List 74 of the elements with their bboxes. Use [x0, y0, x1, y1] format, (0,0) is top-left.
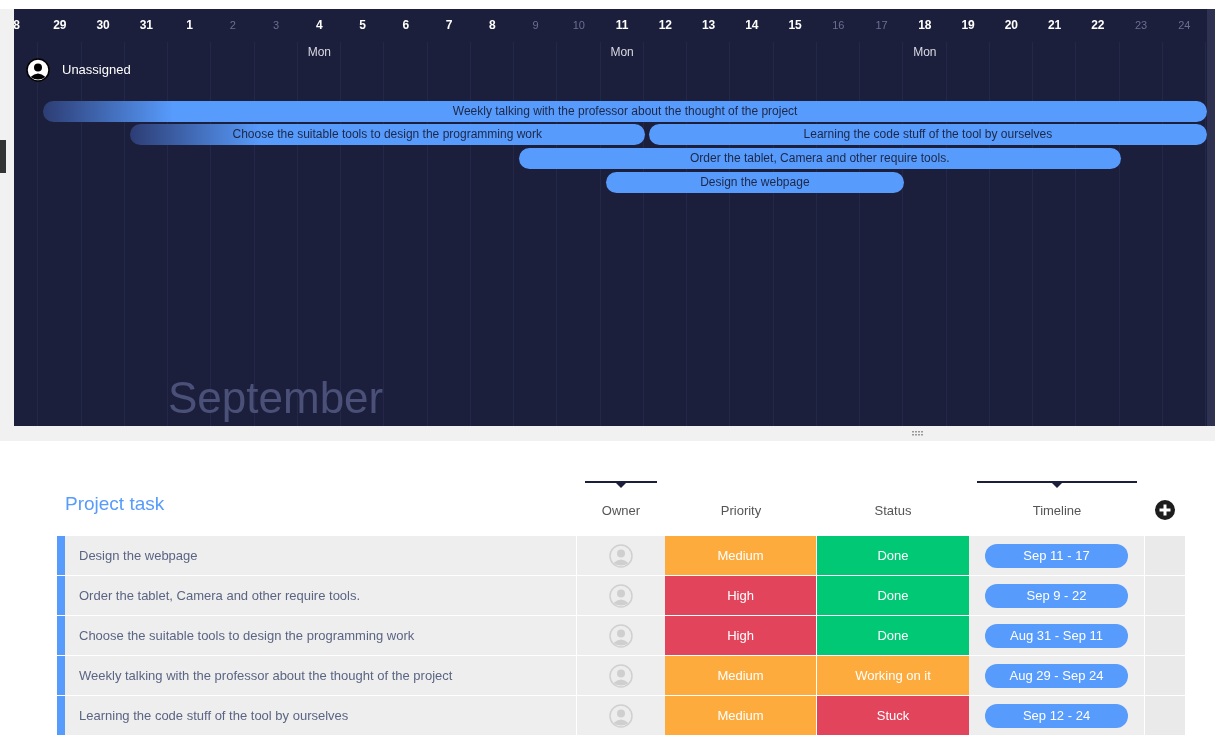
- column-header[interactable]: Priority: [705, 480, 777, 520]
- status-label[interactable]: Stuck: [817, 696, 969, 735]
- timeline-pill[interactable]: Aug 29 - Sep 24: [985, 663, 1128, 688]
- weekday-label: Mon: [913, 43, 937, 61]
- task-name: Order the tablet, Camera and other require tools.: [79, 586, 361, 605]
- task-name: Learning the code stuff of the tool by ourselves: [79, 706, 349, 725]
- day-label: 18: [918, 17, 932, 35]
- day-label: 5: [359, 17, 366, 35]
- day-label: 30: [96, 17, 110, 35]
- timeline-pill[interactable]: Aug 31 - Sep 11: [985, 623, 1128, 648]
- day-label: 21: [1047, 17, 1062, 35]
- task-bar[interactable]: Order the tablet, Camera and other require tools.: [519, 147, 1121, 169]
- add-column-icon[interactable]: [1155, 500, 1175, 520]
- column-header[interactable]: Status: [857, 480, 929, 520]
- task-row[interactable]: Design the webpage Medium Done Sep 11 - 17: [57, 536, 1185, 576]
- day-label: 24: [1178, 18, 1191, 34]
- task-name: Choose the suitable tools to design the programming work: [79, 626, 415, 645]
- timeline-pill[interactable]: Sep 12 - 24: [985, 703, 1128, 728]
- status-label[interactable]: Done: [817, 616, 969, 655]
- day-label: 15: [788, 17, 802, 35]
- group-name: Unassigned: [62, 61, 131, 80]
- task-row[interactable]: Order the tablet, Camera and other require tools. High Done Sep 9 - 22: [57, 576, 1185, 616]
- weekday-label: Mon: [610, 43, 634, 61]
- task-name: Weekly talking with the professor about the thought of the project: [79, 666, 453, 685]
- task-row[interactable]: Weekly talking with the professor about the thought of the project Medium Working on it Aug 29 - Sep 24: [57, 656, 1185, 696]
- task-bar[interactable]: Weekly talking with the professor about the thought of the project: [43, 100, 1207, 122]
- day-label: 23: [1135, 18, 1148, 34]
- user-avatar-icon: [609, 663, 633, 688]
- day-label: 19: [961, 17, 975, 35]
- user-avatar-icon: [609, 623, 633, 648]
- panel-edge: [0, 139, 6, 173]
- day-label: 10: [572, 18, 585, 34]
- scrollbar[interactable]: [1207, 8, 1215, 427]
- day-label: 11: [615, 17, 629, 35]
- weekday-label: Mon: [307, 43, 332, 61]
- task-bar[interactable]: Choose the suitable tools to design the programming work: [129, 123, 645, 145]
- status-label[interactable]: Done: [817, 576, 969, 615]
- day-label: 8: [14, 17, 20, 35]
- day-label: 8: [489, 17, 496, 35]
- user-avatar-icon: [609, 543, 633, 568]
- day-label: 13: [701, 17, 716, 35]
- status-label[interactable]: Done: [817, 536, 969, 575]
- column-header[interactable]: Timeline: [977, 480, 1137, 520]
- month-watermark: September: [168, 376, 384, 421]
- day-label: 1: [186, 17, 193, 35]
- column-header[interactable]: Owner: [585, 480, 657, 520]
- priority-label[interactable]: High: [665, 616, 817, 655]
- timeline-pill[interactable]: Sep 11 - 17: [985, 543, 1128, 568]
- day-label: 9: [532, 18, 539, 34]
- day-label: 17: [875, 18, 888, 34]
- user-avatar-icon: [609, 703, 633, 728]
- day-label: 22: [1091, 17, 1105, 35]
- timeline-pill[interactable]: Sep 9 - 22: [985, 583, 1128, 608]
- day-label: 6: [402, 17, 410, 35]
- priority-label[interactable]: High: [665, 576, 817, 615]
- day-label: 16: [832, 18, 845, 34]
- day-label: 12: [658, 17, 673, 35]
- task-row[interactable]: Choose the suitable tools to design the programming work High Done Aug 31 - Sep 11: [57, 616, 1185, 656]
- user-avatar-icon: [609, 583, 633, 608]
- day-label: 14: [745, 17, 759, 35]
- day-label: 4: [316, 17, 323, 35]
- group-title: Project task: [64, 491, 166, 516]
- task-row[interactable]: Learning the code stuff of the tool by ourselves Medium Stuck Sep 12 - 24: [57, 696, 1185, 736]
- day-label: 20: [1004, 17, 1019, 35]
- user-avatar-icon: [26, 57, 50, 82]
- day-label: 3: [273, 18, 280, 34]
- day-label: 2: [229, 18, 236, 34]
- day-label: 29: [53, 17, 67, 35]
- task-bar[interactable]: Design the webpage: [605, 171, 905, 193]
- day-label: 31: [139, 17, 154, 35]
- task-name: Design the webpage: [79, 546, 198, 565]
- task-bar[interactable]: Learning the code stuff of the tool by ourselves: [648, 123, 1207, 145]
- day-label: 7: [445, 17, 453, 35]
- resize-handle-icon[interactable]: [911, 431, 924, 437]
